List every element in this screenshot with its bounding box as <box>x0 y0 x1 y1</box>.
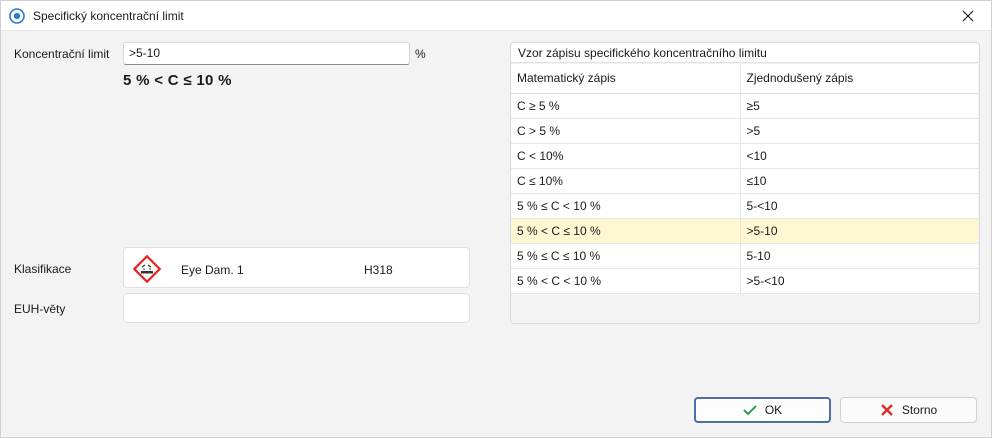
ok-button[interactable]: OK <box>694 397 831 423</box>
euh-label: EUH-věty <box>14 302 66 316</box>
table-row-selected[interactable]: 5 % < C ≤ 10 % >5-10 <box>511 218 978 244</box>
cell-math: 5 % < C ≤ 10 % <box>511 218 741 244</box>
cell-math: 5 % < C < 10 % <box>511 268 741 294</box>
concentration-label: Koncentrační limit <box>14 47 110 61</box>
classification-box[interactable]: Eye Dam. 1 H318 <box>123 247 470 288</box>
close-button[interactable] <box>945 1 991 31</box>
cross-icon <box>880 404 893 416</box>
classification-name: Eye Dam. 1 <box>181 263 244 277</box>
cancel-button-label: Storno <box>901 403 938 417</box>
cell-simple: ≥5 <box>740 93 978 119</box>
window-title: Specifický koncentrační limit <box>33 9 184 23</box>
close-icon <box>962 10 974 22</box>
table-row[interactable]: C ≥ 5 % ≥5 <box>511 93 978 119</box>
app-icon <box>9 8 25 24</box>
reference-title: Vzor zápisu specifického koncentračního … <box>511 43 979 63</box>
formula-display: 5 % < C ≤ 10 % <box>123 72 232 89</box>
cell-math: 5 % ≤ C < 10 % <box>511 193 741 219</box>
table-row[interactable]: 5 % < C < 10 % >5-<10 <box>511 268 978 294</box>
concentration-input[interactable]: >5-10 <box>123 42 410 65</box>
cell-simple: 5-<10 <box>740 193 978 219</box>
cell-math: C > 5 % <box>511 118 741 144</box>
table-row[interactable]: C < 10% <10 <box>511 143 978 169</box>
cell-simple: 5-10 <box>740 243 978 269</box>
concentration-unit: % <box>415 47 426 61</box>
column-header-simple[interactable]: Zjednodušený zápis <box>740 64 978 94</box>
cell-simple: >5 <box>740 118 978 144</box>
euh-field[interactable] <box>123 293 470 323</box>
table-row[interactable]: C ≤ 10% ≤10 <box>511 168 978 194</box>
cancel-button[interactable]: Storno <box>840 397 977 423</box>
cell-math: 5 % ≤ C ≤ 10 % <box>511 243 741 269</box>
reference-panel: Vzor zápisu specifického koncentračního … <box>510 42 980 324</box>
cell-simple: >5-<10 <box>740 268 978 294</box>
cell-math: C < 10% <box>511 143 741 169</box>
column-header-math[interactable]: Matematický zápis <box>511 64 741 94</box>
classification-label: Klasifikace <box>14 262 72 276</box>
checkmark-icon <box>743 405 757 416</box>
cell-simple: >5-10 <box>740 218 978 244</box>
classification-code: H318 <box>364 263 393 277</box>
cell-simple: <10 <box>740 143 978 169</box>
dialog-window: Specifický koncentrační limit Koncentrač… <box>0 0 992 438</box>
cell-math: C ≤ 10% <box>511 168 741 194</box>
cell-math: C ≥ 5 % <box>511 93 741 119</box>
table-row[interactable]: C > 5 % >5 <box>511 118 978 144</box>
table-row[interactable]: 5 % ≤ C < 10 % 5-<10 <box>511 193 978 219</box>
table-row[interactable]: 5 % ≤ C ≤ 10 % 5-10 <box>511 243 978 269</box>
reference-table: Matematický zápis Zjednodušený zápis C ≥… <box>511 64 978 294</box>
ok-button-label: OK <box>764 403 783 417</box>
corrosion-icon <box>132 254 162 284</box>
cell-simple: ≤10 <box>740 168 978 194</box>
title-bar: Specifický koncentrační limit <box>1 1 991 31</box>
